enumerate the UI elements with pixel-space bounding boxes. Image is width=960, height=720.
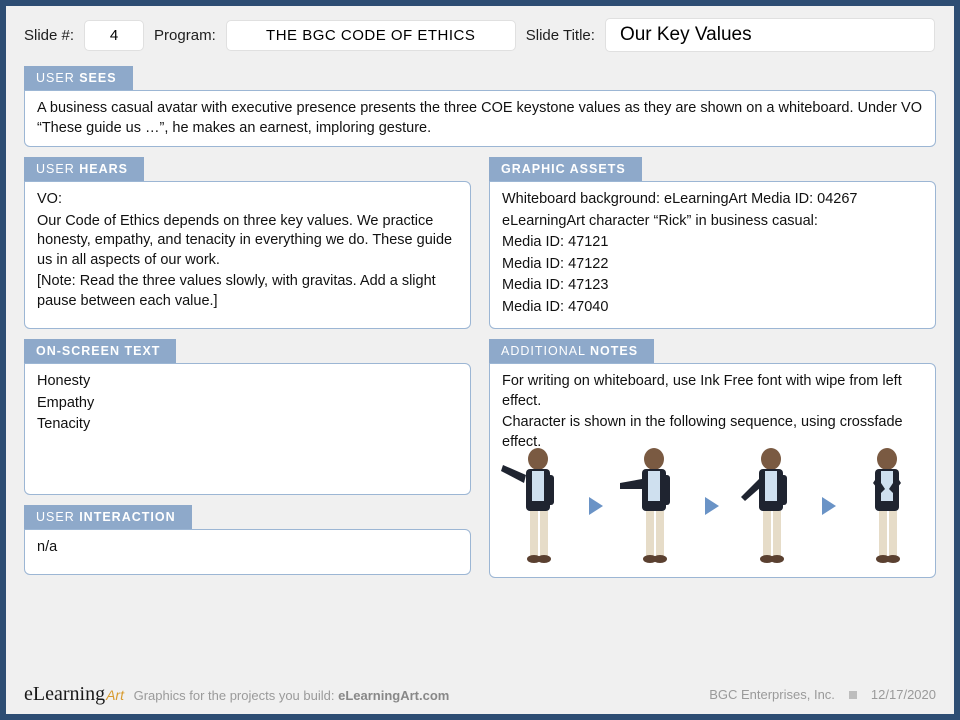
user-hears-section: USER HEARS VO: Our Code of Ethics depend… bbox=[24, 157, 471, 329]
tagline-pre: Graphics for the projects you build: bbox=[134, 688, 339, 703]
tagline-link: eLearningArt.com bbox=[338, 688, 449, 703]
graphic-assets-body: Whiteboard background: eLearningArt Medi… bbox=[489, 181, 936, 329]
footer-company: BGC Enterprises, Inc. bbox=[709, 687, 835, 702]
asset-line: eLearningArt character “Rick” in busines… bbox=[502, 212, 923, 232]
character-sequence bbox=[498, 441, 927, 571]
program-label: Program: bbox=[154, 27, 216, 44]
asset-line: Media ID: 47040 bbox=[502, 298, 923, 318]
character-pose-3 bbox=[731, 441, 811, 571]
graphic-assets-section: GRAPHIC ASSETS Whiteboard background: eL… bbox=[489, 157, 936, 329]
sequence-arrow-icon bbox=[705, 497, 719, 515]
asset-line: Media ID: 47121 bbox=[502, 233, 923, 253]
notes-line: For writing on whiteboard, use Ink Free … bbox=[502, 372, 923, 411]
separator-icon bbox=[849, 691, 857, 699]
slide-title-field[interactable]: Our Key Values bbox=[605, 18, 935, 52]
onscreen-text-section: ON-SCREEN TEXT Honesty Empathy Tenacity bbox=[24, 339, 471, 495]
hears-line: VO: bbox=[37, 190, 458, 210]
onscreen-line: Tenacity bbox=[37, 415, 458, 435]
user-interaction-section: USER INTERACTION n/a bbox=[24, 505, 471, 575]
hears-line: Our Code of Ethics depends on three key … bbox=[37, 212, 458, 271]
user-sees-body: A business casual avatar with executive … bbox=[24, 90, 936, 147]
tab-bold: NOTES bbox=[590, 344, 638, 358]
header-row: Slide #: 4 Program: THE BGC CODE OF ETHI… bbox=[24, 18, 936, 52]
asset-line: Media ID: 47123 bbox=[502, 276, 923, 296]
graphic-assets-tab: GRAPHIC ASSETS bbox=[489, 157, 642, 181]
tab-bold: GRAPHIC ASSETS bbox=[501, 162, 626, 176]
additional-notes-tab: ADDITIONAL NOTES bbox=[489, 339, 654, 363]
footer-right: BGC Enterprises, Inc. 12/17/2020 bbox=[709, 687, 936, 702]
character-pose-2 bbox=[614, 441, 694, 571]
additional-notes-body: For writing on whiteboard, use Ink Free … bbox=[489, 363, 936, 578]
logo-main: eLearning bbox=[24, 683, 105, 706]
onscreen-text-tab: ON-SCREEN TEXT bbox=[24, 339, 176, 363]
right-column: GRAPHIC ASSETS Whiteboard background: eL… bbox=[489, 157, 936, 588]
user-hears-tab: USER HEARS bbox=[24, 157, 144, 181]
user-sees-tab: USER SEES bbox=[24, 66, 133, 90]
sequence-arrow-icon bbox=[822, 497, 836, 515]
tab-prefix: USER bbox=[36, 162, 79, 176]
footer: eLearningArt Graphics for the projects y… bbox=[24, 683, 936, 706]
user-interaction-tab: USER INTERACTION bbox=[24, 505, 192, 529]
user-sees-section: USER SEES A business casual avatar with … bbox=[24, 66, 936, 147]
tab-prefix: USER bbox=[36, 71, 79, 85]
tab-bold: SEES bbox=[79, 71, 116, 85]
slide-number-field[interactable]: 4 bbox=[84, 20, 144, 51]
logo-accent: Art bbox=[106, 687, 124, 703]
character-pose-4 bbox=[847, 441, 927, 571]
tab-prefix: ADDITIONAL bbox=[501, 344, 590, 358]
tab-bold: INTERACTION bbox=[79, 510, 175, 524]
tab-prefix: USER bbox=[36, 510, 79, 524]
onscreen-line: Honesty bbox=[37, 372, 458, 392]
tab-bold: ON-SCREEN TEXT bbox=[36, 344, 160, 358]
footer-date: 12/17/2020 bbox=[871, 687, 936, 702]
slide-title-label: Slide Title: bbox=[526, 27, 595, 44]
storyboard-page: Slide #: 4 Program: THE BGC CODE OF ETHI… bbox=[0, 0, 960, 720]
logo: eLearningArt bbox=[24, 683, 124, 706]
character-pose-1 bbox=[498, 441, 578, 571]
onscreen-text-body: Honesty Empathy Tenacity bbox=[24, 363, 471, 495]
asset-line: Media ID: 47122 bbox=[502, 255, 923, 275]
footer-left: eLearningArt Graphics for the projects y… bbox=[24, 683, 449, 706]
user-interaction-body: n/a bbox=[24, 529, 471, 575]
user-hears-body: VO: Our Code of Ethics depends on three … bbox=[24, 181, 471, 329]
tab-bold: HEARS bbox=[79, 162, 128, 176]
footer-tagline: Graphics for the projects you build: eLe… bbox=[134, 688, 450, 703]
program-field[interactable]: THE BGC CODE OF ETHICS bbox=[226, 20, 516, 51]
additional-notes-section: ADDITIONAL NOTES For writing on whiteboa… bbox=[489, 339, 936, 578]
sequence-arrow-icon bbox=[589, 497, 603, 515]
hears-line: [Note: Read the three values slowly, wit… bbox=[37, 272, 458, 311]
onscreen-line: Empathy bbox=[37, 394, 458, 414]
slide-number-label: Slide #: bbox=[24, 27, 74, 44]
asset-line: Whiteboard background: eLearningArt Medi… bbox=[502, 190, 923, 210]
left-column: USER HEARS VO: Our Code of Ethics depend… bbox=[24, 157, 471, 588]
columns: USER HEARS VO: Our Code of Ethics depend… bbox=[24, 157, 936, 588]
